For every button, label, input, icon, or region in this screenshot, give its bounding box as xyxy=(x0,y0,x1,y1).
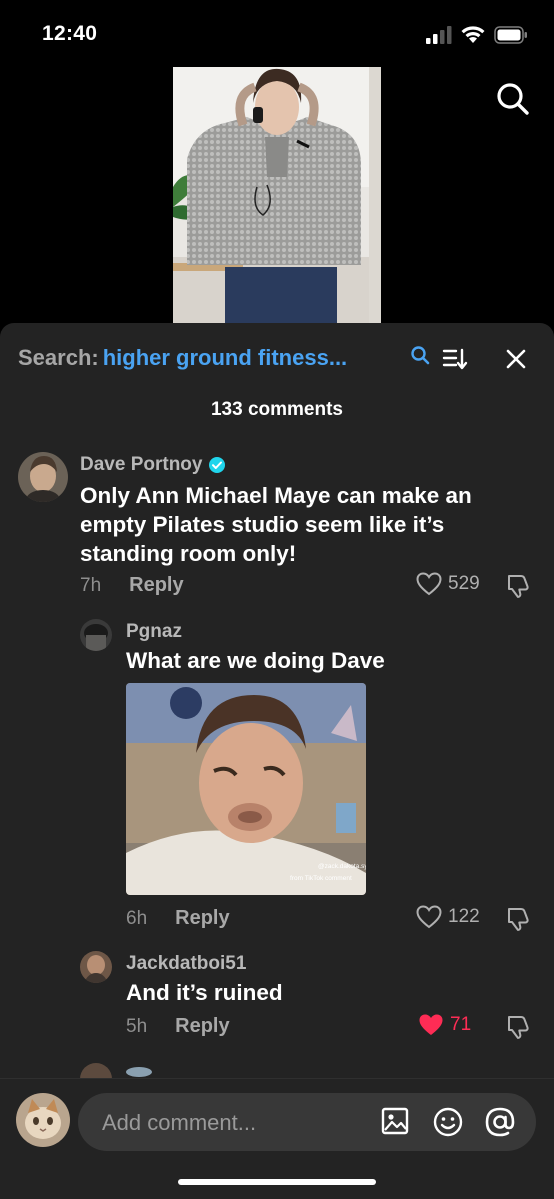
image-icon[interactable] xyxy=(380,1106,410,1136)
comment-age: 6h xyxy=(126,907,148,929)
heart-icon xyxy=(416,905,442,929)
cellular-signal-icon xyxy=(426,25,452,44)
comment-username[interactable]: Pgnaz xyxy=(126,621,182,643)
heart-icon xyxy=(419,1014,443,1035)
status-icons xyxy=(426,25,528,44)
home-indicator[interactable] xyxy=(178,1179,376,1185)
comment-meta: 5h Reply xyxy=(126,1015,230,1038)
like-count: 71 xyxy=(450,1014,472,1035)
comment-count: 133 comments xyxy=(210,399,343,420)
image-watermark-source: from TikTok comment xyxy=(290,875,352,882)
thumbs-down-icon[interactable] xyxy=(506,573,532,599)
comment-text: What are we doing Dave xyxy=(126,648,385,673)
comment-username[interactable]: Jackdatboi51 xyxy=(126,953,246,975)
avatar[interactable] xyxy=(80,619,112,651)
reply-button[interactable]: Reply xyxy=(129,574,183,597)
comment-meta: 7h Reply xyxy=(80,574,184,597)
thumbs-down-icon[interactable] xyxy=(506,906,532,932)
avatar[interactable] xyxy=(18,452,68,502)
status-bar: 12:40 xyxy=(0,0,554,66)
comment-item: Dave Portnoy Only Ann Michael Maye can m… xyxy=(0,449,554,609)
username-text: Dave Portnoy xyxy=(80,454,203,475)
like-button[interactable]: 71 xyxy=(418,1013,471,1037)
comment-age: 5h xyxy=(126,1015,148,1037)
video-player[interactable] xyxy=(173,67,381,325)
comment-meta: 6h Reply xyxy=(126,907,230,930)
comments-header: Search: higher ground fitness... xyxy=(0,323,554,393)
comment-image[interactable]: @zack.dakota.sy from TikTok comment xyxy=(126,683,366,895)
sort-icon[interactable] xyxy=(442,347,468,371)
image-watermark-handle: @zack.dakota.sy xyxy=(318,863,366,870)
username-text: Pgnaz xyxy=(126,621,182,642)
avatar[interactable] xyxy=(80,951,112,983)
like-button[interactable]: 529 xyxy=(416,572,480,596)
status-time: 12:40 xyxy=(42,22,98,45)
comment-input[interactable]: Add comment... xyxy=(78,1093,536,1151)
search-query-link[interactable]: Search: higher ground fitness... xyxy=(18,345,347,371)
video-frame-image xyxy=(173,67,381,325)
reply-button[interactable]: Reply xyxy=(175,907,229,930)
comment-input-placeholder: Add comment... xyxy=(102,1110,257,1135)
search-query-text: higher ground fitness... xyxy=(102,345,348,370)
battery-icon xyxy=(494,25,527,44)
ufo-emoji xyxy=(126,1067,152,1077)
close-icon[interactable] xyxy=(506,349,526,369)
comment-age: 7h xyxy=(80,574,102,596)
comments-sheet: Search: higher ground fitness... 133 comm… xyxy=(0,323,554,1199)
comment-item: Jackdatboi51 And it’s ruined 5h Reply 71 xyxy=(0,949,554,1049)
like-count: 122 xyxy=(448,906,480,927)
comment-item: Pgnaz What are we doing Dave @zack.dakot… xyxy=(0,617,554,937)
verified-badge-icon xyxy=(209,457,226,473)
thumbs-down-icon[interactable] xyxy=(506,1014,532,1040)
username-text: Jackdatboi51 xyxy=(126,953,247,974)
search-icon[interactable] xyxy=(494,80,530,116)
emoji-icon[interactable] xyxy=(432,1106,464,1138)
heart-icon xyxy=(416,572,442,596)
search-label-prefix: Search: xyxy=(18,345,99,370)
avatar[interactable] xyxy=(16,1093,70,1147)
comment-text: Only Ann Michael Maye can make an empty … xyxy=(80,483,472,566)
reply-button[interactable]: Reply xyxy=(175,1015,229,1038)
wifi-icon xyxy=(461,26,485,43)
comment-text: And it’s ruined xyxy=(126,980,283,1005)
like-count: 529 xyxy=(448,573,480,594)
comment-username[interactable]: Dave Portnoy xyxy=(80,454,226,476)
at-mention-icon[interactable] xyxy=(484,1106,516,1138)
like-button[interactable]: 122 xyxy=(416,905,480,929)
search-icon[interactable] xyxy=(410,345,430,365)
